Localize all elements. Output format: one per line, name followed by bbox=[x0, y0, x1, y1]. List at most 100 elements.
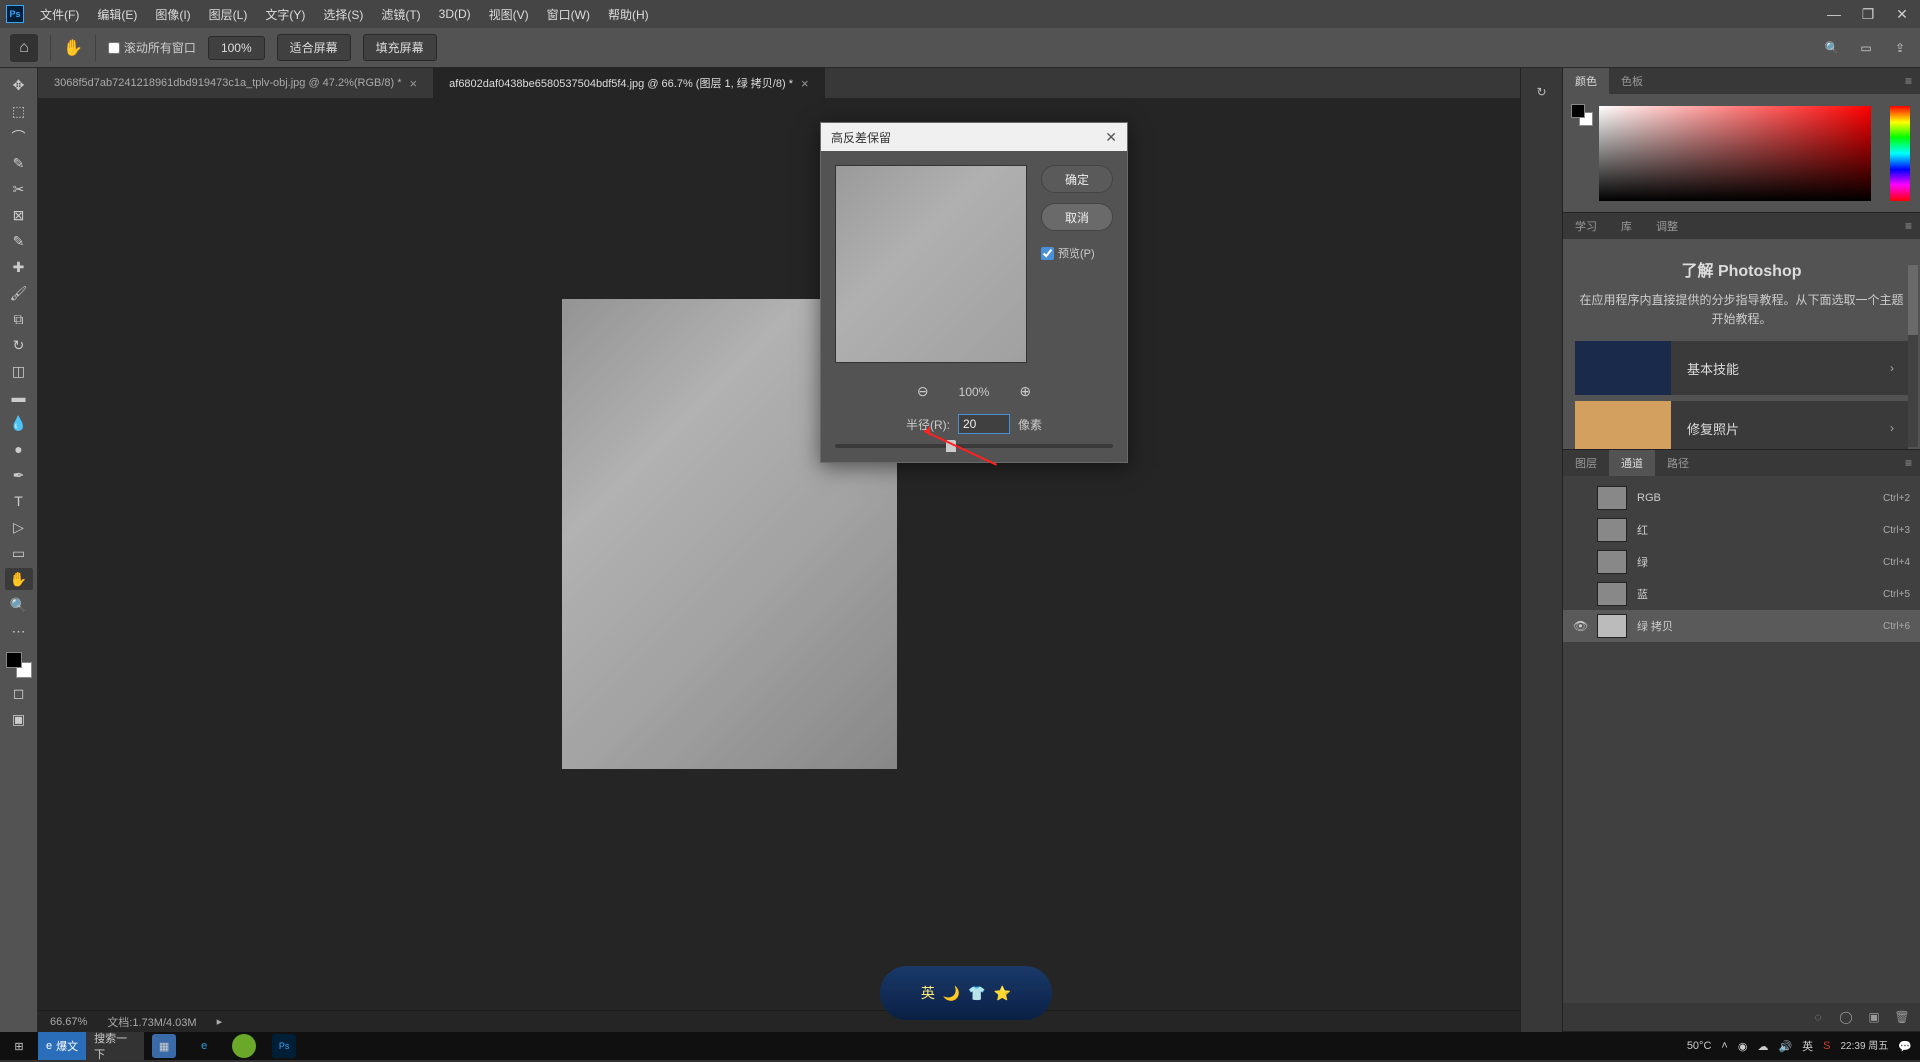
color-mini-swatch[interactable] bbox=[1571, 104, 1593, 126]
tray-chevron-icon[interactable]: ˄ bbox=[1721, 1040, 1727, 1052]
cancel-button[interactable]: 取消 bbox=[1041, 203, 1113, 231]
tab-adjustments[interactable]: 调整 bbox=[1644, 213, 1690, 239]
taskbar-photoshop[interactable]: Ps bbox=[264, 1032, 304, 1060]
close-icon[interactable]: × bbox=[410, 76, 418, 91]
share-icon[interactable]: ⇪ bbox=[1890, 38, 1910, 58]
tab-libraries[interactable]: 库 bbox=[1609, 213, 1644, 239]
search-icon[interactable]: 🔍 bbox=[1822, 38, 1842, 58]
high-pass-dialog[interactable]: 高反差保留 ✕ 确定 取消 预览(P) ⊖ 100% ⊕ 半径(R): 像素 bbox=[820, 122, 1128, 463]
visibility-toggle[interactable]: 👁 bbox=[1573, 619, 1587, 633]
zoom-in-icon[interactable]: ⊕ bbox=[1019, 383, 1031, 400]
channel-row-rgb[interactable]: RGB Ctrl+2 bbox=[1563, 482, 1920, 514]
close-icon[interactable]: × bbox=[801, 76, 809, 91]
radius-slider[interactable] bbox=[835, 444, 1113, 448]
delete-channel-icon[interactable]: 🗑 bbox=[1894, 1009, 1910, 1025]
window-restore[interactable]: ❐ bbox=[1856, 5, 1880, 23]
load-selection-icon[interactable]: ◌ bbox=[1810, 1009, 1826, 1025]
dodge-tool[interactable]: ● bbox=[5, 438, 33, 460]
tab-color[interactable]: 颜色 bbox=[1563, 68, 1609, 94]
quickmask-tool[interactable]: ◻ bbox=[5, 682, 33, 704]
channel-row-blue[interactable]: 蓝 Ctrl+5 bbox=[1563, 578, 1920, 610]
history-brush-tool[interactable]: ↻ bbox=[5, 334, 33, 356]
menu-edit[interactable]: 编辑(E) bbox=[89, 2, 145, 27]
fit-screen-button[interactable]: 适合屏幕 bbox=[277, 34, 351, 61]
fill-screen-button[interactable]: 填充屏幕 bbox=[363, 34, 437, 61]
tab-learn[interactable]: 学习 bbox=[1563, 213, 1609, 239]
panel-menu-icon[interactable]: ≡ bbox=[1897, 68, 1920, 94]
status-docinfo[interactable]: 文档:1.73M/4.03M bbox=[107, 1014, 196, 1030]
blur-tool[interactable]: 💧 bbox=[5, 412, 33, 434]
menu-select[interactable]: 选择(S) bbox=[315, 2, 371, 27]
channel-row-green[interactable]: 绿 Ctrl+4 bbox=[1563, 546, 1920, 578]
zoom-out-icon[interactable]: ⊖ bbox=[917, 383, 929, 400]
stamp-tool[interactable]: ⧉ bbox=[5, 308, 33, 330]
taskbar-search[interactable]: 搜索一下 bbox=[86, 1032, 144, 1060]
quick-select-tool[interactable]: ✎ bbox=[5, 152, 33, 174]
document-tab[interactable]: af6802daf0438be6580537504bdf5f4.jpg @ 66… bbox=[433, 68, 824, 98]
scrollbar[interactable] bbox=[1908, 265, 1918, 447]
status-arrow-icon[interactable]: ▸ bbox=[217, 1015, 223, 1028]
lasso-tool[interactable]: ⌒ bbox=[5, 126, 33, 148]
menu-file[interactable]: 文件(F) bbox=[32, 2, 87, 27]
eraser-tool[interactable]: ◫ bbox=[5, 360, 33, 382]
move-tool[interactable]: ✥ bbox=[5, 74, 33, 96]
menu-filter[interactable]: 滤镜(T) bbox=[373, 2, 428, 27]
dock-history-icon[interactable]: ↻ bbox=[1530, 80, 1554, 104]
document-tab[interactable]: 3068f5d7ab7241218961dbd919473c1a_tplv-ob… bbox=[38, 68, 433, 98]
canvas[interactable] bbox=[38, 98, 1520, 1010]
menu-help[interactable]: 帮助(H) bbox=[600, 2, 657, 27]
new-channel-icon[interactable]: ▣ bbox=[1866, 1009, 1882, 1025]
tray-icon[interactable]: S bbox=[1823, 1040, 1830, 1052]
tray-ime[interactable]: 英 bbox=[1802, 1038, 1813, 1054]
menu-window[interactable]: 窗口(W) bbox=[539, 2, 598, 27]
learn-card-basics[interactable]: 基本技能 › bbox=[1575, 341, 1908, 395]
tab-swatches[interactable]: 色板 bbox=[1609, 68, 1655, 94]
menu-view[interactable]: 视图(V) bbox=[481, 2, 537, 27]
taskbar-clock[interactable]: 22:39 周五 bbox=[1840, 1041, 1888, 1052]
workspace-icon[interactable]: ▭ bbox=[1856, 38, 1876, 58]
ok-button[interactable]: 确定 bbox=[1041, 165, 1113, 193]
save-selection-icon[interactable]: ◯ bbox=[1838, 1009, 1854, 1025]
tray-icon[interactable]: 🔊 bbox=[1778, 1040, 1792, 1053]
hand-tool[interactable]: ✋ bbox=[5, 568, 33, 590]
status-zoom[interactable]: 66.67% bbox=[50, 1016, 87, 1028]
taskbar-edge[interactable]: e bbox=[184, 1032, 224, 1060]
healing-tool[interactable]: ✚ bbox=[5, 256, 33, 278]
channel-row-red[interactable]: 红 Ctrl+3 bbox=[1563, 514, 1920, 546]
zoom-tool[interactable]: 🔍 bbox=[5, 594, 33, 616]
zoom-value-display[interactable]: 100% bbox=[208, 36, 265, 60]
scroll-all-windows-checkbox[interactable]: 滚动所有窗口 bbox=[108, 39, 196, 56]
home-button[interactable]: ⌂ bbox=[10, 34, 38, 62]
dialog-preview[interactable] bbox=[835, 165, 1027, 363]
radius-input[interactable] bbox=[958, 414, 1010, 434]
eyedropper-tool[interactable]: ✎ bbox=[5, 230, 33, 252]
ime-widget[interactable]: 英 🌙 👕 ⭐ bbox=[880, 966, 1052, 1020]
close-icon[interactable]: ✕ bbox=[1105, 129, 1117, 146]
screenmode-tool[interactable]: ▣ bbox=[5, 708, 33, 730]
preview-checkbox[interactable]: 预览(P) bbox=[1041, 245, 1113, 261]
taskbar-app1[interactable]: ▦ bbox=[144, 1032, 184, 1060]
tab-paths[interactable]: 路径 bbox=[1655, 450, 1701, 476]
menu-3d[interactable]: 3D(D) bbox=[431, 3, 479, 25]
taskbar-app2[interactable] bbox=[224, 1032, 264, 1060]
color-swatches[interactable] bbox=[6, 652, 32, 678]
channel-row-green-copy[interactable]: 👁 绿 拷贝 Ctrl+6 bbox=[1563, 610, 1920, 642]
menu-image[interactable]: 图像(I) bbox=[147, 2, 198, 27]
shape-tool[interactable]: ▭ bbox=[5, 542, 33, 564]
window-minimize[interactable]: — bbox=[1822, 5, 1846, 23]
tray-icon[interactable]: ☁ bbox=[1757, 1040, 1768, 1053]
menu-layer[interactable]: 图层(L) bbox=[201, 2, 256, 27]
window-close[interactable]: ✕ bbox=[1890, 5, 1914, 23]
slider-thumb[interactable] bbox=[946, 440, 956, 452]
tab-layers[interactable]: 图层 bbox=[1563, 450, 1609, 476]
hue-slider[interactable] bbox=[1890, 106, 1910, 201]
path-select-tool[interactable]: ▷ bbox=[5, 516, 33, 538]
panel-menu-icon[interactable]: ≡ bbox=[1897, 213, 1920, 239]
brush-tool[interactable]: 🖌 bbox=[5, 282, 33, 304]
foreground-color[interactable] bbox=[6, 652, 22, 668]
dialog-titlebar[interactable]: 高反差保留 ✕ bbox=[821, 123, 1127, 151]
learn-card-retouch[interactable]: 修复照片 › bbox=[1575, 401, 1908, 449]
marquee-tool[interactable]: ⬚ bbox=[5, 100, 33, 122]
edit-toolbar[interactable]: ⋯ bbox=[5, 620, 33, 642]
notifications-icon[interactable]: 💬 bbox=[1898, 1040, 1912, 1053]
